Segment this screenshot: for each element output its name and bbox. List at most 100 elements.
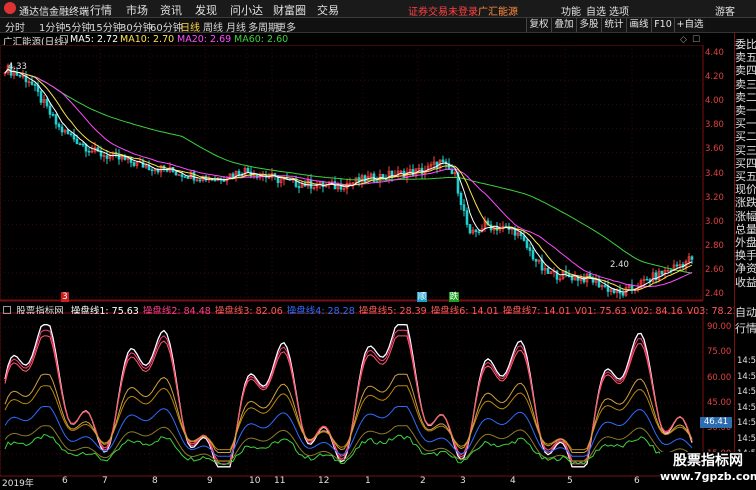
toolbar-stats[interactable]: 统计 [601, 18, 626, 32]
app-logo-icon [4, 2, 16, 14]
period-60min[interactable]: 60分钟 [150, 19, 183, 34]
menu-trade[interactable]: 交易 [317, 2, 339, 18]
period-weekly[interactable]: 周线 [203, 19, 223, 34]
candle-body [465, 210, 469, 225]
period-intraday[interactable]: 分时 [5, 19, 25, 34]
candle-body [522, 235, 526, 241]
menu-ask[interactable]: 问小达 [230, 2, 263, 18]
candle-body [54, 114, 58, 125]
period-daily[interactable]: 日线 [180, 19, 200, 34]
candle-body [180, 174, 184, 177]
trade-time-label: 14:50 [737, 356, 756, 366]
watermark-title: 股票指标网 [673, 453, 743, 469]
menu-news[interactable]: 资讯 [160, 2, 182, 18]
date-tick-label: 3 [460, 476, 466, 486]
indicator-series-label: 操盘线7: 14.01 [502, 306, 571, 314]
watermark-url: www.7gpzb.com [660, 470, 756, 483]
expand-icon[interactable] [60, 35, 68, 43]
date-tick-label: 4 [510, 476, 516, 486]
ma5-value: MA5: 2.72 [70, 34, 119, 45]
date-tick-label: 6 [634, 476, 640, 486]
indicator-lines [4, 324, 693, 468]
toolbar-adjust[interactable]: 复权 [526, 18, 551, 32]
candle-body [81, 143, 85, 146]
period-1min[interactable]: 1分钟 [39, 19, 65, 34]
low-price-label: 2.40 [610, 260, 629, 270]
signal-marker-fall: 跌 [449, 292, 459, 302]
date-tick-label: 1 [365, 476, 371, 486]
period-monthly[interactable]: 月线 [226, 19, 246, 34]
tool-function[interactable]: 功能 [561, 3, 581, 18]
candle-body [621, 292, 625, 296]
signal-marker-buy: 3 [61, 292, 69, 302]
candle-body [150, 169, 154, 172]
candle-body [441, 159, 445, 163]
candle-body [363, 175, 367, 183]
indicator-series-label: 操盘线4: 28.28 [286, 306, 355, 314]
ma20-value: MA20: 2.69 [177, 34, 232, 45]
toolbar-draw[interactable]: 画线 [626, 18, 651, 32]
candle-body [51, 114, 55, 116]
date-tick-label: 7 [102, 476, 108, 486]
period-15min[interactable]: 15分钟 [90, 19, 123, 34]
toolbar-overlay[interactable]: 叠加 [551, 18, 576, 32]
period-5min[interactable]: 5分钟 [65, 19, 91, 34]
menu-discover[interactable]: 发现 [195, 2, 217, 18]
broker-name[interactable]: 广汇能源 [478, 3, 518, 18]
menu-wealth[interactable]: 财富圈 [273, 2, 306, 18]
tool-guest[interactable]: 游客 [715, 3, 735, 18]
candle-body [474, 229, 478, 233]
login-notice[interactable]: 证券交易未登录 [408, 3, 478, 18]
toolbar-f10[interactable]: F10 [651, 18, 674, 32]
tool-options[interactable]: 选项 [609, 3, 629, 18]
menu-quotes[interactable]: 行情 [90, 2, 112, 18]
period-30min[interactable]: 30分钟 [120, 19, 153, 34]
indicator-tick-label: 90.00 [707, 322, 732, 332]
watermark: 股票指标网 www.7gpzb.com [660, 452, 756, 487]
date-tick-label: 2019年 [2, 479, 34, 489]
ma10-value: MA10: 2.70 [120, 34, 175, 45]
indicator-expand-icon[interactable] [3, 306, 11, 314]
date-tick-label: 2 [420, 476, 426, 486]
toolbar-multi-stock[interactable]: 多股 [576, 18, 601, 32]
candle-body [525, 240, 529, 248]
candle-body [645, 278, 649, 281]
high-price-label: 4.33 [8, 62, 27, 72]
period-more[interactable]: 更多 [276, 19, 296, 34]
candle-body [528, 247, 532, 251]
candle-body [675, 264, 679, 267]
candle-body [147, 165, 151, 171]
candle-body [75, 138, 79, 145]
price-tick-label: 4.40 [705, 48, 724, 58]
menu-market[interactable]: 市场 [126, 2, 148, 18]
side-auto-field: 自动 [735, 306, 756, 319]
candle-body [39, 91, 43, 103]
toolbar-add-watchlist[interactable]: +自选 [674, 18, 705, 32]
trade-time-label: 14:50 [737, 402, 756, 413]
chart-close-icon[interactable]: ☐ [692, 35, 700, 45]
price-tick-label: 3.20 [705, 192, 724, 203]
candle-body [48, 105, 52, 115]
candle-body [18, 74, 22, 77]
trade-time-label: 14:50 [737, 418, 756, 428]
candle-body [297, 186, 301, 188]
indicator-info-bar: 股票指标网 操盘线1: 75.63 操盘线2: 84.48 操盘线3: 82.06 操… [0, 303, 735, 314]
price-tick-label: 4.20 [705, 72, 724, 83]
candle-body [660, 270, 664, 275]
candle-body [60, 126, 64, 133]
indicator-series-label: 操盘线5: 28.39 [358, 306, 427, 314]
candle-body [78, 143, 82, 146]
kline-chart[interactable]: 4.33 2.40 [0, 45, 735, 477]
indicator-name: 股票指标网 [16, 306, 64, 314]
candle-body [570, 276, 574, 281]
candle-body [546, 268, 550, 274]
candle-body [240, 174, 244, 177]
candle-body [222, 180, 226, 182]
tool-watchlist[interactable]: 自选 [586, 3, 606, 18]
period-multi[interactable]: 多周期 [248, 19, 278, 34]
candle-body [462, 204, 466, 211]
candle-body [123, 156, 127, 160]
chart-settings-icon[interactable]: ◇ [680, 35, 687, 45]
candle-body [174, 171, 178, 176]
indicator-series-label: 操盘线2: 84.48 [142, 306, 211, 314]
